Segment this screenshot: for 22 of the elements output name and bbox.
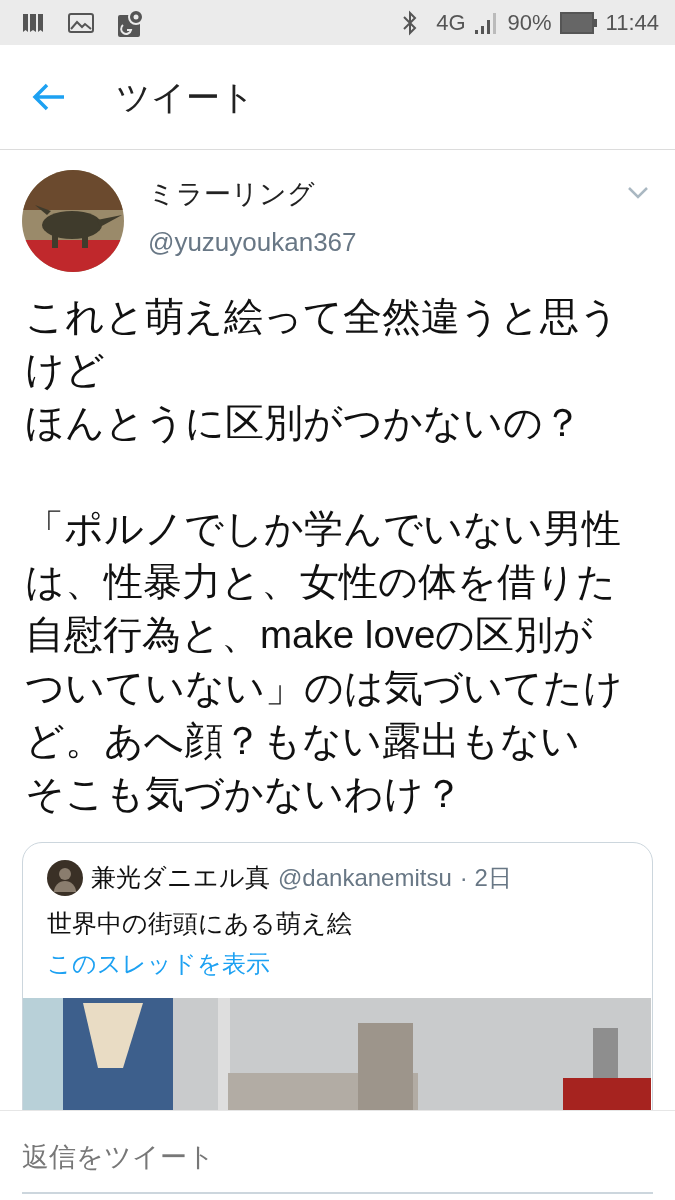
quoted-user-handle: @dankanemitsu <box>278 862 452 893</box>
tweet-text: 「ポルノでしか学んでいない男性は、性暴力と、女性の体を借りた自慰行為と、make loveの区別がついていない」のは気づいてたけど。あへ顔？もない露出もない <box>25 506 624 764</box>
reply-field[interactable]: 返信をツイート <box>22 1111 653 1194</box>
timestamp: · 2日 <box>459 862 512 893</box>
back-arrow-icon[interactable] <box>32 83 66 111</box>
map-pin-icon <box>118 8 144 37</box>
avatar-icon <box>47 859 83 896</box>
page-title: ツイート <box>116 76 255 118</box>
quoted-user-name: 兼光ダニエル真 <box>91 862 270 893</box>
network-type: 4G <box>436 9 466 37</box>
quoted-tweet-card[interactable]: 兼光ダニエル真 @dankanemitsu · 2日 世界中の街頭にある萌え絵 このスレッドを表示 <box>22 842 653 1110</box>
user-handle[interactable]: @yuzuyoukan367 <box>148 222 627 262</box>
user-name[interactable]: ミラーリング <box>148 174 627 215</box>
tweet-text: そこも気づかないわけ？ <box>25 771 464 817</box>
battery-icon <box>559 11 598 34</box>
tweet-text: ほんとうに区別がつかないの？ <box>25 400 583 446</box>
clock: 11:44 <box>605 9 659 37</box>
image-icon <box>68 12 94 33</box>
battery-percent: 90% <box>507 9 552 37</box>
bookmark-icon <box>22 12 44 33</box>
tweet-text: これと萌え絵って全然違うと思うけど <box>25 294 620 393</box>
quoted-tweet-text: 世界中の街頭にある萌え絵 <box>47 907 353 939</box>
